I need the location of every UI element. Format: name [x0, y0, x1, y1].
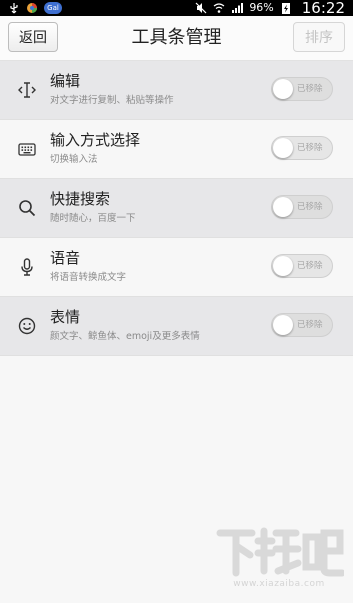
- toggle-knob: [273, 256, 293, 276]
- microphone-icon: [17, 257, 37, 277]
- battery-charging-icon: [280, 2, 292, 14]
- list-item-voice[interactable]: 语音 将语音转换成文字 已移除: [0, 238, 353, 297]
- page-title: 工具条管理: [131, 27, 222, 48]
- item-title: 快捷搜索: [50, 190, 111, 208]
- item-subtitle: 切换输入法: [50, 154, 98, 165]
- input-method-toggle[interactable]: 已移除: [271, 136, 333, 160]
- item-title: 输入方式选择: [50, 131, 141, 149]
- browser-icon: [26, 2, 38, 14]
- toggle-label: 已移除: [297, 84, 323, 94]
- signal-icon: [231, 2, 244, 14]
- toggle-knob: [273, 79, 293, 99]
- toggle-label: 已移除: [297, 320, 323, 330]
- item-title: 语音: [50, 249, 81, 267]
- toolbar-item-list: 编辑 对文字进行复制、粘贴等操作 已移除 输入方式选择 切换输入法 已移除 快捷…: [0, 61, 353, 356]
- wifi-icon: [213, 2, 225, 14]
- toggle-knob: [273, 138, 293, 158]
- item-subtitle: 将语音转换成文字: [50, 272, 127, 283]
- voice-toggle[interactable]: 已移除: [271, 254, 333, 278]
- status-bar-right: 96% 16:22: [195, 0, 345, 16]
- keyboard-icon: [17, 139, 37, 159]
- item-subtitle: 颜文字、鲸鱼体、emoji及更多表情: [50, 331, 200, 342]
- status-bar: Gal 96% 16:22: [0, 0, 353, 16]
- app-badge-icon: Gal: [44, 2, 62, 14]
- sort-button[interactable]: 排序: [293, 22, 345, 52]
- item-title: 表情: [50, 308, 81, 326]
- item-subtitle: 对文字进行复制、粘贴等操作: [50, 95, 174, 106]
- search-icon: [17, 198, 37, 218]
- toggle-label: 已移除: [297, 261, 323, 271]
- toggle-label: 已移除: [297, 143, 323, 153]
- item-title: 编辑: [50, 72, 81, 90]
- screen: Gal 96% 16:22 返回 工具条管理 排序 编辑 对文字进行复制、粘贴等…: [0, 0, 353, 603]
- usb-icon: [8, 2, 20, 14]
- title-bar: 返回 工具条管理 排序: [0, 16, 353, 61]
- status-bar-left: Gal: [8, 0, 62, 16]
- toggle-knob: [273, 315, 293, 335]
- mute-icon: [195, 2, 207, 14]
- toggle-knob: [273, 197, 293, 217]
- emoji-toggle[interactable]: 已移除: [271, 313, 333, 337]
- smiley-icon: [17, 316, 37, 336]
- list-item-input-method[interactable]: 输入方式选择 切换输入法 已移除: [0, 120, 353, 179]
- toggle-label: 已移除: [297, 202, 323, 212]
- back-button[interactable]: 返回: [8, 22, 58, 52]
- watermark-url: www.xiazaiba.com: [233, 579, 325, 589]
- edit-toggle[interactable]: 已移除: [271, 77, 333, 101]
- list-item-emoji[interactable]: 表情 颜文字、鲸鱼体、emoji及更多表情 已移除: [0, 297, 353, 356]
- quick-search-toggle[interactable]: 已移除: [271, 195, 333, 219]
- list-item-edit[interactable]: 编辑 对文字进行复制、粘贴等操作 已移除: [0, 61, 353, 120]
- watermark: www.xiazaiba.com: [214, 523, 346, 593]
- battery-percent: 96%: [249, 1, 274, 14]
- text-cursor-icon: [17, 80, 37, 100]
- list-item-quick-search[interactable]: 快捷搜索 随时随心，百度一下 已移除: [0, 179, 353, 238]
- clock: 16:22: [301, 0, 345, 17]
- watermark-logo-icon: [214, 523, 346, 583]
- item-subtitle: 随时随心，百度一下: [50, 213, 136, 224]
